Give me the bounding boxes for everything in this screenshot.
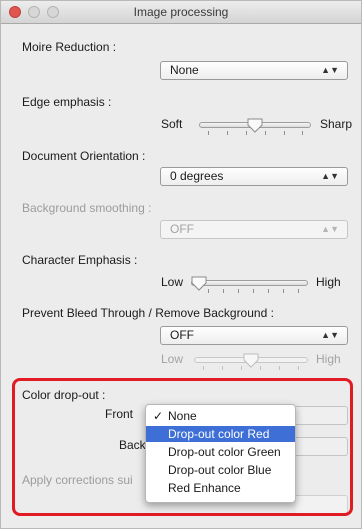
edge-slider-thumb[interactable]: [247, 118, 263, 133]
menu-item-label: Red Enhance: [168, 481, 241, 495]
bleed-through-slider: Low High: [160, 350, 350, 370]
menu-item-label: Drop-out color Blue: [168, 463, 272, 477]
window-title: Image processing: [133, 5, 229, 19]
menu-item-red-enhance[interactable]: Red Enhance: [146, 480, 295, 496]
checkmark-icon: ✓: [153, 409, 164, 423]
edge-soft-label: Soft: [161, 117, 183, 131]
image-processing-window: Image processing Moire Reduction : None …: [0, 0, 362, 529]
menu-item-label: Drop-out color Green: [168, 445, 281, 459]
background-smoothing-select: OFF ▲▼: [160, 220, 348, 239]
edge-emphasis-slider[interactable]: Soft Sharp: [160, 115, 353, 135]
character-emphasis-label: Character Emphasis :: [22, 253, 138, 267]
background-smoothing-label: Background smoothing :: [22, 201, 152, 215]
moire-reduction-select[interactable]: None ▲▼: [160, 61, 348, 80]
select-arrows-icon: ▲▼: [321, 171, 339, 181]
bleed-through-value: OFF: [170, 328, 194, 342]
bleed-high-label: High: [316, 352, 341, 366]
menu-item-label: Drop-out color Red: [168, 427, 270, 441]
moire-reduction-label: Moire Reduction :: [22, 40, 117, 54]
select-arrows-icon: ▲▼: [321, 224, 339, 234]
dropout-color-menu: ✓ None Drop-out color Red Drop-out color…: [145, 404, 296, 503]
select-arrows-icon: ▲▼: [321, 330, 339, 340]
bleed-slider-thumb: [243, 353, 259, 368]
bleed-through-label: Prevent Bleed Through / Remove Backgroun…: [22, 306, 274, 320]
moire-reduction-value: None: [170, 63, 199, 77]
character-high-label: High: [316, 275, 341, 289]
menu-item-dropout-green[interactable]: Drop-out color Green: [146, 444, 295, 460]
select-arrows-icon: ▲▼: [321, 65, 339, 75]
character-slider-track: [191, 280, 308, 286]
menu-item-label: None: [168, 409, 197, 423]
background-smoothing-value: OFF: [170, 222, 194, 236]
menu-item-none[interactable]: ✓ None: [146, 408, 295, 424]
edge-sharp-label: Sharp: [320, 117, 353, 131]
document-orientation-value: 0 degrees: [170, 169, 224, 183]
character-low-label: Low: [161, 275, 184, 289]
bleed-low-label: Low: [161, 352, 184, 366]
menu-item-dropout-red[interactable]: Drop-out color Red: [146, 426, 295, 442]
edge-emphasis-label: Edge emphasis :: [22, 95, 112, 109]
bleed-through-select[interactable]: OFF ▲▼: [160, 326, 348, 345]
character-slider-thumb[interactable]: [191, 276, 207, 291]
character-emphasis-slider[interactable]: Low High: [160, 273, 350, 293]
menu-item-dropout-blue[interactable]: Drop-out color Blue: [146, 462, 295, 478]
document-orientation-select[interactable]: 0 degrees ▲▼: [160, 167, 348, 186]
document-orientation-label: Document Orientation :: [22, 149, 146, 163]
title-bar: Image processing: [1, 1, 361, 24]
